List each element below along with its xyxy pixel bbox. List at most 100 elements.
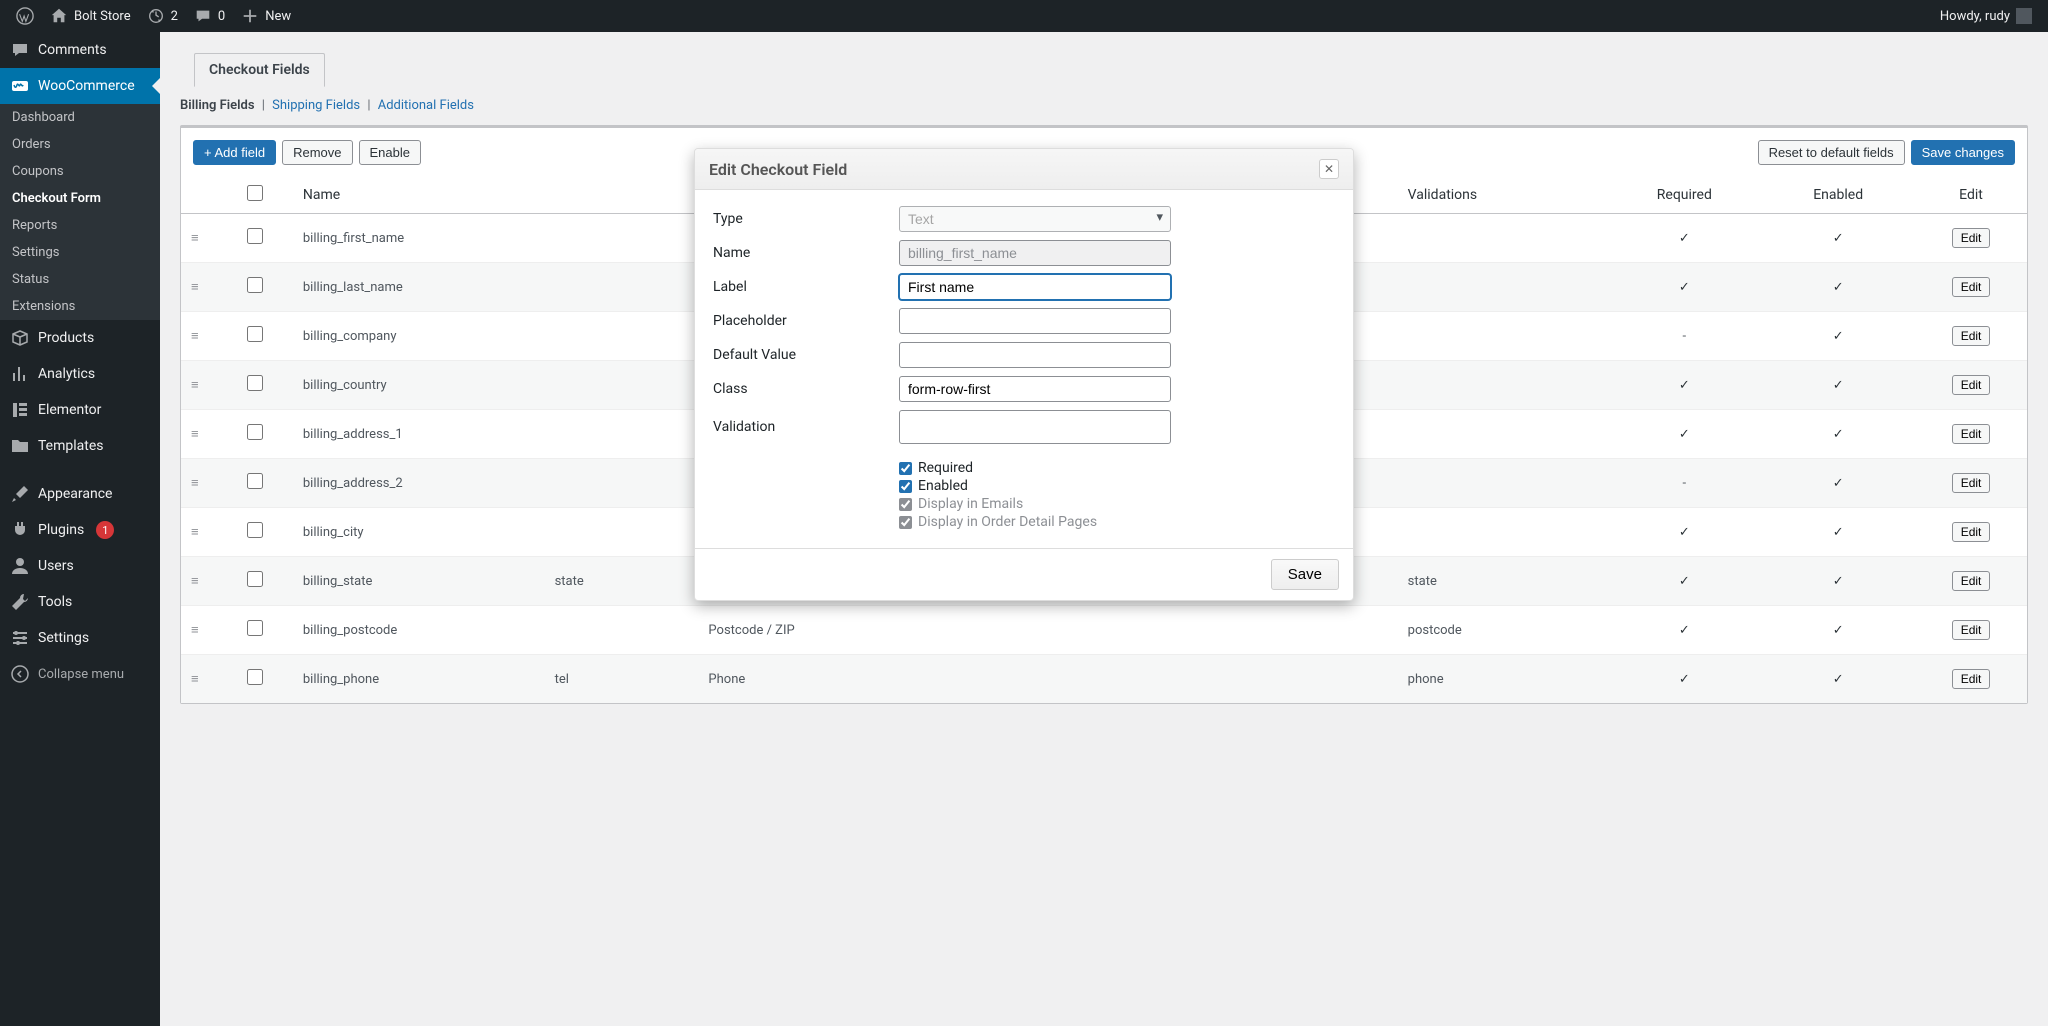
default-value-label: Default Value — [713, 347, 899, 363]
sidebar-item-users[interactable]: Users — [0, 548, 160, 584]
site-name[interactable]: Bolt Store — [42, 0, 139, 32]
remove-button[interactable]: Remove — [282, 140, 352, 165]
name-input[interactable] — [899, 240, 1171, 266]
cell-validations — [1398, 410, 1608, 459]
cell-type — [545, 312, 699, 361]
placeholder-input[interactable] — [899, 308, 1171, 334]
comments[interactable]: 0 — [186, 0, 233, 32]
plug-icon — [10, 520, 30, 540]
collapse-menu[interactable]: Collapse menu — [0, 656, 160, 692]
drag-handle-icon[interactable]: ≡ — [191, 329, 199, 344]
submenu-settings[interactable]: Settings — [0, 239, 160, 266]
col-name: Name — [293, 177, 545, 214]
sidebar-item-tools[interactable]: Tools — [0, 584, 160, 620]
updates[interactable]: 2 — [139, 0, 186, 32]
row-edit-button[interactable]: Edit — [1952, 326, 1991, 346]
drag-handle-icon[interactable]: ≡ — [191, 378, 199, 393]
validation-input[interactable] — [899, 410, 1171, 444]
new-content[interactable]: New — [233, 0, 299, 32]
row-edit-button[interactable]: Edit — [1952, 375, 1991, 395]
cell-required: ✓ — [1607, 214, 1761, 263]
reset-button[interactable]: Reset to default fields — [1758, 140, 1905, 165]
row-edit-button[interactable]: Edit — [1952, 228, 1991, 248]
enabled-checkbox[interactable] — [899, 480, 912, 493]
cell-name: billing_state — [293, 557, 545, 606]
row-checkbox[interactable] — [247, 424, 263, 440]
select-all-checkbox[interactable] — [247, 185, 263, 201]
sidebar-item-analytics[interactable]: Analytics — [0, 356, 160, 392]
subnav-additional[interactable]: Additional Fields — [378, 98, 474, 113]
drag-handle-icon[interactable]: ≡ — [191, 280, 199, 295]
submenu-extensions[interactable]: Extensions — [0, 293, 160, 320]
col-required: Required — [1607, 177, 1761, 214]
cell-required: ✓ — [1607, 361, 1761, 410]
sidebar-item-label: Tools — [38, 594, 72, 610]
class-input[interactable] — [899, 376, 1171, 402]
drag-handle-icon[interactable]: ≡ — [191, 525, 199, 540]
modal-close-button[interactable]: ✕ — [1319, 159, 1339, 179]
row-checkbox[interactable] — [247, 620, 263, 636]
sidebar-item-comments[interactable]: Comments — [0, 32, 160, 68]
row-checkbox[interactable] — [247, 522, 263, 538]
enable-button[interactable]: Enable — [359, 140, 421, 165]
display-emails-checkbox[interactable] — [899, 498, 912, 511]
subnav-shipping[interactable]: Shipping Fields — [272, 98, 360, 113]
modal-save-button[interactable]: Save — [1271, 559, 1339, 590]
drag-handle-icon[interactable]: ≡ — [191, 476, 199, 491]
sidebar-item-elementor[interactable]: Elementor — [0, 392, 160, 428]
display-order-pages-checkbox[interactable] — [899, 516, 912, 529]
row-edit-button[interactable]: Edit — [1952, 424, 1991, 444]
cell-type — [545, 263, 699, 312]
cell-name: billing_address_1 — [293, 410, 545, 459]
row-checkbox[interactable] — [247, 669, 263, 685]
cell-enabled: ✓ — [1761, 508, 1915, 557]
submenu-orders[interactable]: Orders — [0, 131, 160, 158]
drag-handle-icon[interactable]: ≡ — [191, 231, 199, 246]
row-checkbox[interactable] — [247, 277, 263, 293]
sidebar-item-woocommerce[interactable]: WooCommerce — [0, 68, 160, 104]
type-label: Type — [713, 211, 899, 227]
cell-type — [545, 606, 699, 655]
drag-handle-icon[interactable]: ≡ — [191, 672, 199, 687]
subnav-billing[interactable]: Billing Fields — [180, 98, 255, 113]
label-input[interactable] — [899, 274, 1171, 300]
row-edit-button[interactable]: Edit — [1952, 522, 1991, 542]
add-field-button[interactable]: + Add field — [193, 140, 276, 165]
submenu-coupons[interactable]: Coupons — [0, 158, 160, 185]
cell-validations — [1398, 214, 1608, 263]
row-checkbox[interactable] — [247, 375, 263, 391]
wp-logo[interactable] — [8, 0, 42, 32]
cell-enabled: ✓ — [1761, 312, 1915, 361]
submenu-checkout-form[interactable]: Checkout Form — [0, 185, 160, 212]
required-checkbox[interactable] — [899, 462, 912, 475]
row-checkbox[interactable] — [247, 473, 263, 489]
drag-handle-icon[interactable]: ≡ — [191, 427, 199, 442]
row-checkbox[interactable] — [247, 571, 263, 587]
submenu-reports[interactable]: Reports — [0, 212, 160, 239]
row-edit-button[interactable]: Edit — [1952, 571, 1991, 591]
sidebar-item-settings[interactable]: Settings — [0, 620, 160, 656]
type-select[interactable]: Text — [899, 206, 1171, 232]
submenu-status[interactable]: Status — [0, 266, 160, 293]
row-edit-button[interactable]: Edit — [1952, 669, 1991, 689]
default-value-input[interactable] — [899, 342, 1171, 368]
cell-name: billing_last_name — [293, 263, 545, 312]
tab-checkout-fields[interactable]: Checkout Fields — [194, 53, 325, 87]
drag-handle-icon[interactable]: ≡ — [191, 574, 199, 589]
row-edit-button[interactable]: Edit — [1952, 620, 1991, 640]
field-group-nav: Billing Fields | Shipping Fields | Addit… — [180, 86, 2028, 125]
row-checkbox[interactable] — [247, 228, 263, 244]
sidebar-item-products[interactable]: Products — [0, 320, 160, 356]
howdy-user[interactable]: Howdy, rudy — [1932, 0, 2040, 32]
name-label: Name — [713, 245, 899, 261]
drag-handle-icon[interactable]: ≡ — [191, 623, 199, 638]
row-edit-button[interactable]: Edit — [1952, 277, 1991, 297]
row-checkbox[interactable] — [247, 326, 263, 342]
save-changes-button[interactable]: Save changes — [1911, 140, 2015, 165]
sidebar-item-templates[interactable]: Templates — [0, 428, 160, 464]
sidebar-item-appearance[interactable]: Appearance — [0, 476, 160, 512]
submenu-dashboard[interactable]: Dashboard — [0, 104, 160, 131]
row-edit-button[interactable]: Edit — [1952, 473, 1991, 493]
edit-field-modal: Edit Checkout Field ✕ TypeText Name Labe… — [694, 148, 1354, 601]
sidebar-item-plugins[interactable]: Plugins1 — [0, 512, 160, 548]
